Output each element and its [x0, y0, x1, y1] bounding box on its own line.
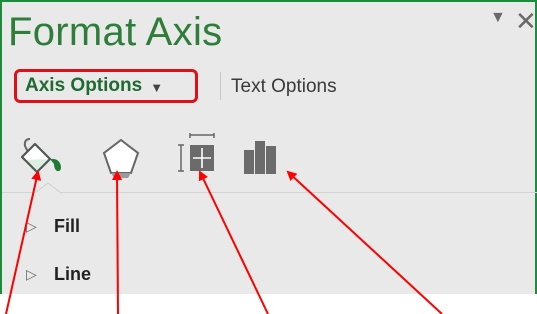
tab-text-options[interactable]: Text Options — [231, 76, 337, 98]
size-and-properties-icon[interactable] — [176, 133, 220, 177]
tab-divider — [220, 72, 221, 100]
pane-options-dropdown-icon[interactable]: ▼ — [490, 10, 506, 26]
active-tab-pointer — [35, 182, 61, 194]
section-line[interactable]: ▷ Line — [26, 264, 91, 285]
tab-axis-options[interactable]: Axis Options ▼ — [14, 69, 198, 103]
section-line-label: Line — [54, 264, 92, 284]
pane-title: Format Axis — [8, 10, 223, 54]
fill-and-line-icon[interactable] — [20, 136, 66, 182]
section-fill[interactable]: ▷ Fill — [26, 216, 80, 237]
tab-axis-options-label: Axis Options — [25, 75, 143, 96]
expand-caret-icon: ▷ — [26, 218, 37, 234]
close-icon[interactable]: ✕ — [515, 8, 537, 34]
axis-options-icon[interactable] — [238, 136, 284, 182]
effects-icon[interactable] — [98, 136, 144, 182]
expand-caret-icon: ▷ — [26, 266, 37, 282]
section-fill-label: Fill — [54, 216, 80, 236]
format-axis-pane: Format Axis ▼ ✕ Axis Options ▼ Text Opti… — [0, 0, 537, 294]
icon-row-divider — [2, 192, 537, 193]
chevron-down-icon: ▼ — [150, 79, 164, 95]
